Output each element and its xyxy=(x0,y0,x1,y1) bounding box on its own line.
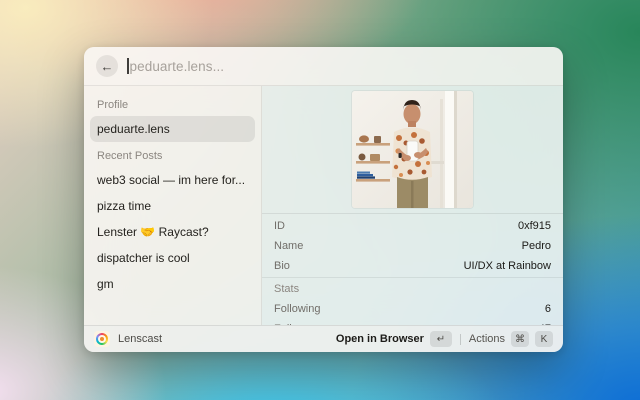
actions-button[interactable]: Actions xyxy=(469,333,505,345)
search-placeholder: peduarte.lens... xyxy=(130,59,225,74)
profile-photo xyxy=(352,91,473,208)
section-header-recent-posts: Recent Posts xyxy=(90,142,255,167)
return-key-icon: ↵ xyxy=(430,331,452,347)
meta-label: Bio xyxy=(274,260,290,272)
main-content: Profile peduarte.lens Recent Posts web3 … xyxy=(84,86,563,325)
meta-row-following: Following 6 xyxy=(274,299,551,319)
sidebar-item-profile[interactable]: peduarte.lens xyxy=(90,116,255,142)
meta-label: Name xyxy=(274,240,303,252)
meta-label: ID xyxy=(274,220,285,232)
sidebar-item-post-1[interactable]: web3 social — im here for... xyxy=(90,167,255,193)
k-key-icon: K xyxy=(535,331,553,347)
sidebar: Profile peduarte.lens Recent Posts web3 … xyxy=(84,86,262,325)
text-cursor-icon xyxy=(127,58,129,74)
divider xyxy=(262,277,563,278)
back-arrow-icon: ← xyxy=(101,59,114,74)
meta-label: Following xyxy=(274,303,320,315)
sidebar-item-post-3[interactable]: Lenster 🤝 Raycast? xyxy=(90,219,255,245)
search-bar: ← peduarte.lens... xyxy=(84,47,563,86)
sidebar-item-post-2[interactable]: pizza time xyxy=(90,193,255,219)
metadata-list: ID 0xf915 Name Pedro Bio UI/DX at Rainbo… xyxy=(262,214,563,325)
sidebar-item-post-4[interactable]: dispatcher is cool xyxy=(90,245,255,271)
lenscast-icon xyxy=(94,331,110,347)
detail-panel: ID 0xf915 Name Pedro Bio UI/DX at Rainbo… xyxy=(262,86,563,325)
meta-value: UI/DX at Rainbow xyxy=(464,260,551,272)
meta-value: 0xf915 xyxy=(518,220,551,232)
app-name: Lenscast xyxy=(118,333,162,345)
meta-row-name: Name Pedro xyxy=(274,236,551,256)
photo-container xyxy=(262,86,563,213)
sidebar-item-post-5[interactable]: gm xyxy=(90,271,255,297)
section-header-profile: Profile xyxy=(90,91,255,116)
meta-value: 6 xyxy=(545,303,551,315)
meta-row-id: ID 0xf915 xyxy=(274,216,551,236)
footer-actions: Open in Browser ↵ Actions ⌘ K xyxy=(336,331,553,347)
open-in-browser-button[interactable]: Open in Browser xyxy=(336,333,424,345)
meta-value: Pedro xyxy=(522,240,551,252)
meta-row-bio: Bio UI/DX at Rainbow xyxy=(274,256,551,276)
action-bar: Lenscast Open in Browser ↵ Actions ⌘ K xyxy=(84,325,563,352)
footer-separator xyxy=(460,334,461,345)
raycast-window: ← peduarte.lens... Profile peduarte.lens… xyxy=(84,47,563,352)
back-button[interactable]: ← xyxy=(96,55,118,77)
command-key-icon: ⌘ xyxy=(511,331,529,347)
stats-section-header: Stats xyxy=(274,279,551,299)
search-input[interactable]: peduarte.lens... xyxy=(127,47,551,85)
